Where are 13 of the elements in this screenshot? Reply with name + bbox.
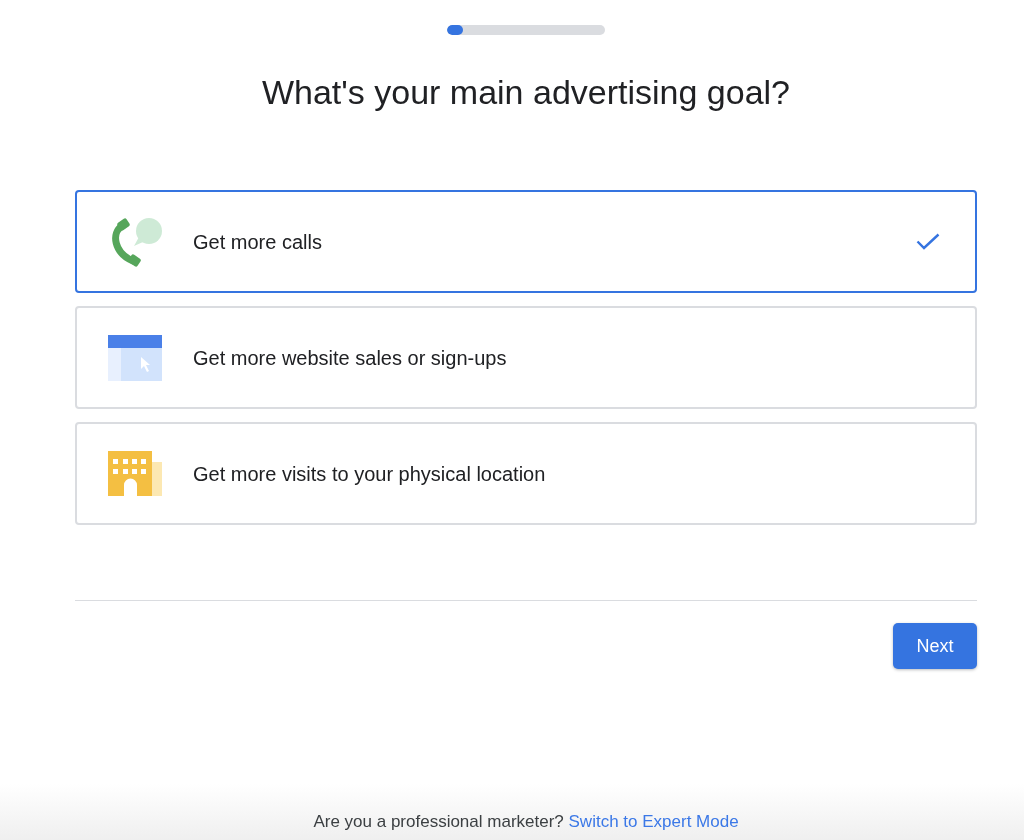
browser-window-cursor-icon	[108, 334, 162, 381]
checkmark-icon	[916, 233, 940, 250]
footer-text: Are you a professional marketer? Switch to Expert Mode	[313, 812, 739, 832]
building-icon	[108, 451, 162, 496]
page-title: What's your main advertising goal?	[261, 72, 791, 112]
option-label: Get more website sales or sign-ups	[193, 345, 508, 370]
goal-option-card[interactable]: Get more visits to your physical location	[75, 422, 977, 525]
option-label: Get more visits to your physical location	[193, 461, 547, 486]
goal-option-card[interactable]: Get more calls	[75, 190, 977, 293]
expert-mode-link[interactable]: Switch to Expert Mode	[568, 812, 739, 831]
option-label: Get more calls	[193, 229, 323, 254]
goal-option-card[interactable]: Get more website sales or sign-ups	[75, 306, 977, 409]
next-button[interactable]: Next	[893, 623, 977, 669]
